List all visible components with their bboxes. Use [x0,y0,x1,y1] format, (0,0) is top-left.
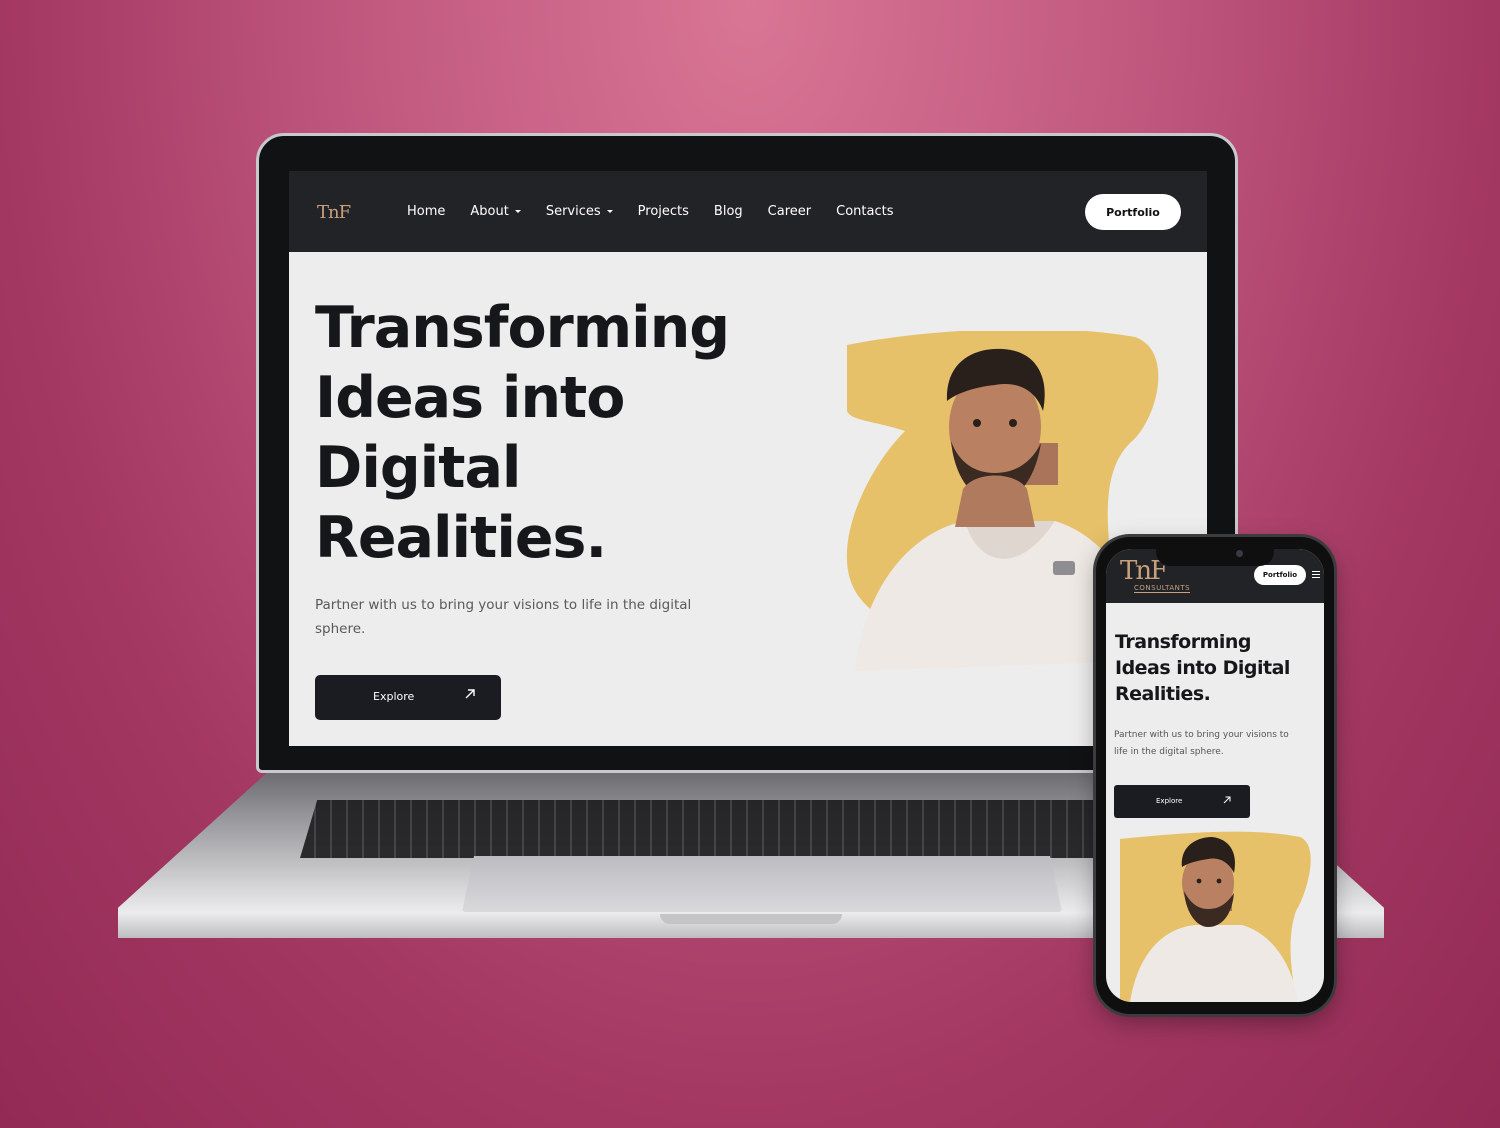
explore-button[interactable]: Explore [315,675,501,720]
phone-explore-button-label: Explore [1156,797,1183,805]
hero-subtitle: Partner with us to bring your visions to… [315,593,715,641]
laptop-logo[interactable]: TnF [317,202,351,224]
chevron-down-icon [514,210,521,213]
laptop-nav-menu: Home About Services Projects Blog Career… [407,171,918,252]
phone-explore-button[interactable]: Explore [1114,785,1250,818]
nav-item-about[interactable]: About [470,204,521,219]
nav-item-projects[interactable]: Projects [638,204,689,219]
phone-notch [1156,544,1274,566]
hero-heading: Transforming Ideas into Digital Realitie… [315,293,775,573]
phone-camera [1236,550,1243,557]
nav-item-contacts[interactable]: Contacts [836,204,893,219]
laptop-navbar: TnF Home About Services Projects Blog Ca… [289,171,1207,252]
phone-logo-subtitle: CONSULTANTS [1134,584,1191,593]
phone-hero-heading-line: Realities. [1115,683,1211,705]
hero-heading-line: Transforming [315,295,730,361]
laptop-screen: TnF Home About Services Projects Blog Ca… [289,171,1207,746]
phone-hero-portrait-image [1120,831,1311,1002]
portfolio-button[interactable]: Portfolio [1085,194,1181,230]
chevron-down-icon [606,210,613,213]
hero-heading-line: Realities. [315,505,607,571]
hamburger-icon[interactable] [1312,571,1320,579]
hero-heading-line: Ideas into [315,365,625,431]
phone-hero-subtitle-line: Partner with us to bring your visions to [1114,730,1289,740]
nav-item-home[interactable]: Home [407,204,445,219]
phone-hero-heading-line: Ideas into Digital [1115,657,1290,679]
phone-hero-subtitle: Partner with us to bring your visions to… [1114,727,1314,761]
hero-subtitle-line: Partner with us to bring your visions to… [315,597,692,613]
phone-portfolio-button[interactable]: Portfolio [1254,565,1306,585]
laptop-keyboard [300,800,1160,858]
phone-hero-heading: Transforming Ideas into Digital Realitie… [1115,629,1315,707]
nav-item-career[interactable]: Career [768,204,811,219]
hero-heading-line: Digital [315,435,521,501]
phone-hero-heading-line: Transforming [1115,631,1252,653]
phone-hero-subtitle-line: life in the digital sphere. [1114,747,1224,757]
nav-item-services[interactable]: Services [546,204,613,219]
arrow-up-right-icon [465,689,475,699]
phone-screen: TnF CONSULTANTS Portfolio Transforming I… [1106,549,1324,1002]
nav-item-blog[interactable]: Blog [714,204,743,219]
arrow-up-right-icon [1223,796,1231,804]
explore-button-label: Explore [373,690,415,703]
hero-subtitle-line: sphere. [315,621,366,637]
laptop-base-notch [660,914,842,924]
laptop-trackpad [462,856,1062,912]
